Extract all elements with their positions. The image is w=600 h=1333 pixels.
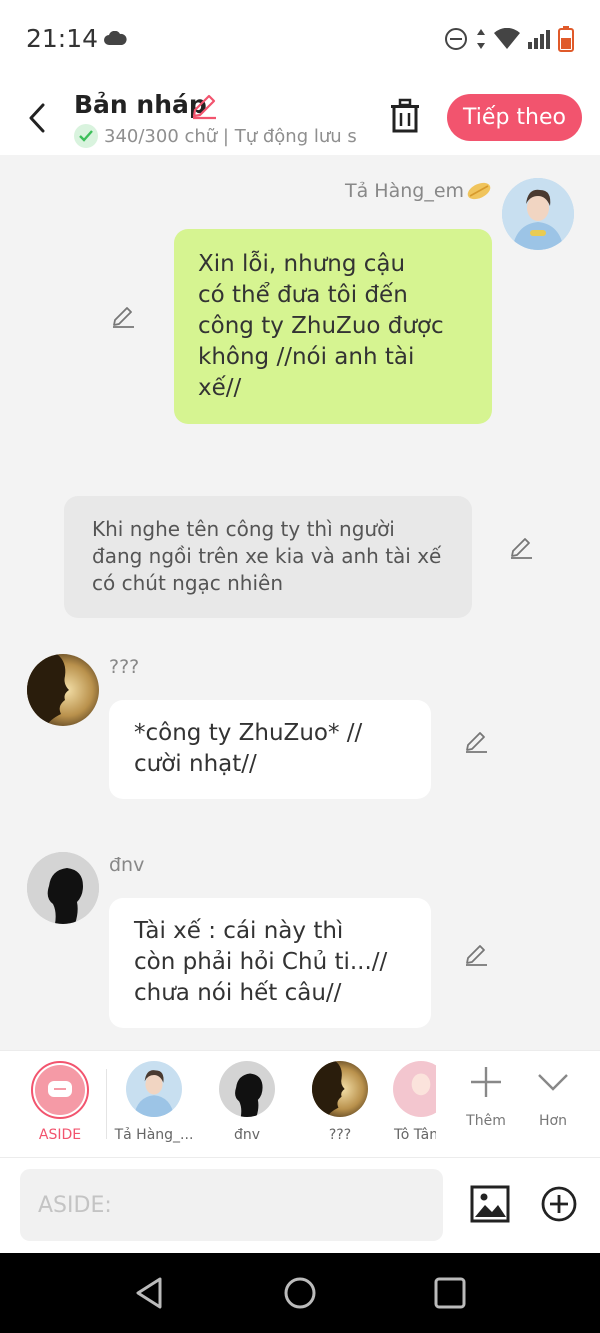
message-text: Xin lỗi, nhưng cậu có thể đưa tôi đến cô… xyxy=(198,251,444,401)
back-button[interactable] xyxy=(20,98,54,138)
avatar[interactable] xyxy=(27,654,99,726)
edit-message-icon[interactable] xyxy=(508,534,534,560)
draft-title: Bản nháp xyxy=(74,90,207,119)
avatar[interactable] xyxy=(27,852,99,924)
character-ta-hang[interactable]: Tả Hàng_... xyxy=(108,1061,200,1143)
avatar xyxy=(312,1061,368,1117)
message-bubble[interactable]: Xin lỗi, nhưng cậu có thể đưa tôi đến cô… xyxy=(174,229,492,424)
sender-name: Tả Hàng_em xyxy=(345,180,465,202)
status-icons xyxy=(444,26,574,52)
add-circle-icon[interactable] xyxy=(541,1186,577,1222)
autosave-status: 340/300 chữ | Tự động lưu s xyxy=(74,124,364,148)
character-selector: ASIDE Tả Hàng_... đnv ??? Tô Tân Thêm Hơ… xyxy=(0,1050,600,1158)
data-transfer-icon xyxy=(477,29,485,49)
edit-message-icon[interactable] xyxy=(463,728,489,754)
sender-name: đnv xyxy=(109,854,145,876)
cloud-icon xyxy=(104,31,127,45)
character-to-tan[interactable]: Tô Tân xyxy=(386,1061,436,1143)
user-avatar-icon xyxy=(502,178,574,250)
character-label: đnv xyxy=(233,1127,261,1143)
divider xyxy=(106,1069,107,1139)
message-text: Tài xế : cái này thì còn phải hỏi Chủ ti… xyxy=(134,918,388,1006)
character-dnv[interactable]: đnv xyxy=(201,1061,293,1143)
do-not-disturb-icon xyxy=(445,28,467,50)
message-bubble[interactable]: Tài xế : cái này thì còn phải hỏi Chủ ti… xyxy=(109,898,431,1028)
check-icon xyxy=(74,124,98,148)
leaf-emoji-icon xyxy=(467,182,491,200)
wifi-icon xyxy=(494,28,520,49)
edit-title-icon[interactable] xyxy=(190,92,218,120)
next-button[interactable]: Tiếp theo xyxy=(447,94,582,141)
plus-icon xyxy=(471,1067,501,1097)
edit-message-icon[interactable] xyxy=(463,941,489,967)
trash-icon[interactable] xyxy=(388,98,422,134)
sender-name: ??? xyxy=(109,656,140,678)
narration-text: Khi nghe tên công ty thì người đang ngồi… xyxy=(92,517,442,595)
character-aside[interactable]: ASIDE xyxy=(14,1061,106,1143)
editor-header: Bản nháp 340/300 chữ | Tự động lưu s Tiế… xyxy=(0,80,600,155)
avatar[interactable] xyxy=(502,178,574,250)
composer xyxy=(0,1158,600,1253)
status-time: 21:14 xyxy=(26,24,99,53)
aside-avatar xyxy=(31,1061,89,1119)
system-nav-bar xyxy=(0,1253,600,1333)
message-input[interactable] xyxy=(20,1169,443,1241)
character-label: Tả Hàng_... xyxy=(114,1127,194,1143)
signal-icon xyxy=(528,30,550,49)
word-count-text: 340/300 chữ | Tự động lưu s xyxy=(104,125,357,147)
user-avatar-icon xyxy=(393,1061,436,1117)
avatar xyxy=(393,1061,436,1117)
add-label: Thêm xyxy=(466,1113,506,1129)
nav-home-icon[interactable] xyxy=(282,1275,318,1311)
character-label: ??? xyxy=(328,1127,352,1143)
avatar xyxy=(126,1061,182,1117)
user-avatar-icon xyxy=(126,1061,182,1117)
message-text: *công ty ZhuZuo* // cười nhạt// xyxy=(134,720,363,777)
expand-label: Hơn xyxy=(539,1113,567,1129)
character-unknown[interactable]: ??? xyxy=(294,1061,386,1143)
character-label: Tô Tân xyxy=(394,1127,436,1143)
back-arrow-icon xyxy=(29,103,45,133)
nav-back-icon[interactable] xyxy=(132,1275,168,1311)
chevron-down-icon xyxy=(538,1074,568,1091)
expand-button[interactable]: Hơn xyxy=(523,1065,583,1129)
chat-bubble-icon xyxy=(48,1081,72,1097)
image-icon[interactable] xyxy=(470,1185,510,1223)
battery-charging-icon xyxy=(558,26,574,52)
silhouette-avatar-icon xyxy=(27,654,99,726)
edit-message-icon[interactable] xyxy=(110,303,136,329)
avatar xyxy=(219,1061,275,1117)
add-character-button[interactable]: Thêm xyxy=(456,1065,516,1129)
status-bar: 21:14 xyxy=(0,0,600,80)
silhouette-avatar-icon xyxy=(312,1061,368,1117)
message-bubble[interactable]: *công ty ZhuZuo* // cười nhạt// xyxy=(109,700,431,799)
silhouette-avatar-icon xyxy=(219,1061,275,1117)
character-label: ASIDE xyxy=(38,1127,82,1143)
narration-bubble[interactable]: Khi nghe tên công ty thì người đang ngồi… xyxy=(64,496,472,618)
silhouette-avatar-icon xyxy=(27,852,99,924)
nav-recents-icon[interactable] xyxy=(432,1275,468,1311)
